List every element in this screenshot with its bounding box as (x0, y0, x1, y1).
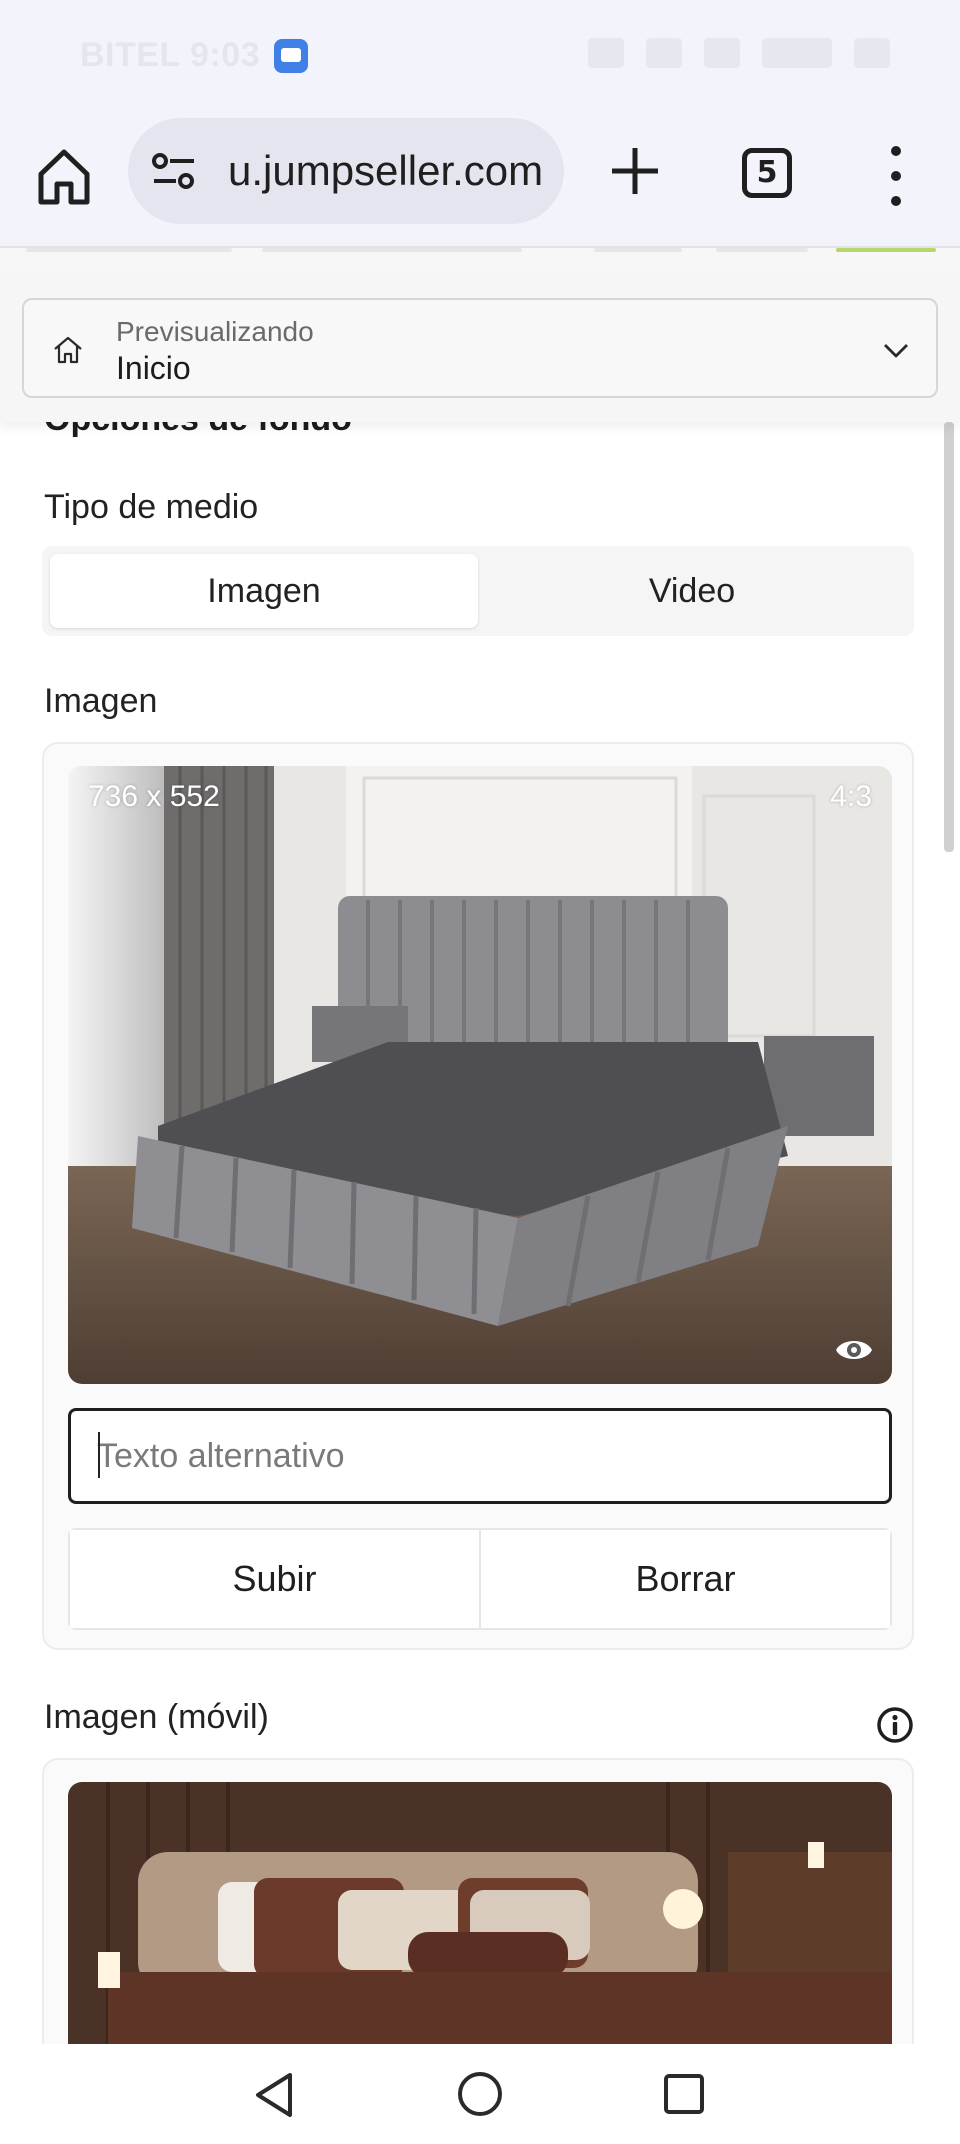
more-vert-icon[interactable] (884, 146, 908, 206)
home-outline-icon (54, 336, 82, 364)
message-notification-icon (274, 38, 309, 73)
home-icon[interactable] (36, 144, 92, 208)
image-field-label: Imagen (44, 682, 158, 720)
alt-text-input[interactable] (68, 1408, 892, 1504)
text-caret (98, 1432, 100, 1478)
preview-label: Previsualizando (116, 316, 314, 347)
mobile-image-card (42, 1758, 914, 2044)
signal-icon (704, 38, 740, 68)
status-carrier-time: BITEL 9:03 (80, 36, 309, 75)
charging-icon (854, 38, 890, 68)
wifi-icon (646, 38, 682, 68)
recent-square-icon[interactable] (662, 2072, 706, 2116)
settings-content[interactable]: Opciones de fondo Tipo de medio Imagen V… (0, 422, 960, 2044)
media-option-image[interactable]: Imagen (50, 554, 478, 628)
image-dimensions: 736 x 552 (88, 780, 220, 813)
preview-page-select[interactable]: Previsualizando Inicio (22, 298, 938, 398)
tabs-icon[interactable]: 5 (742, 148, 792, 198)
image-card: 736 x 552 4:3 Subir Borrar (42, 742, 914, 1650)
background-image-preview[interactable]: 736 x 552 4:3 (68, 766, 892, 1384)
eye-icon[interactable] (834, 1332, 874, 1368)
bedroom-photo (68, 1782, 892, 2044)
plus-icon[interactable] (608, 144, 662, 198)
status-icons (588, 38, 890, 68)
battery-icon (762, 38, 832, 68)
media-option-video[interactable]: Video (478, 554, 906, 628)
media-type-toggle: Imagen Video (42, 546, 914, 636)
page-top-strip (0, 248, 960, 272)
preview-value: Inicio (116, 350, 191, 386)
system-nav-bar (0, 2044, 960, 2144)
browser-toolbar: u.jumpseller.com 5 (0, 112, 960, 248)
home-circle-icon[interactable] (456, 2070, 504, 2118)
preview-panel: Previsualizando Inicio (0, 272, 960, 422)
image-actions: Subir Borrar (68, 1528, 892, 1630)
chevron-down-icon (884, 344, 908, 358)
delete-button[interactable]: Borrar (479, 1530, 890, 1628)
mobile-image-label: Imagen (móvil) (44, 1698, 269, 1736)
section-title: Opciones de fondo (44, 422, 352, 439)
url-text: u.jumpseller.com (228, 147, 544, 194)
bed-photo (68, 766, 892, 1384)
tune-icon[interactable] (150, 151, 198, 191)
info-icon[interactable] (876, 1706, 914, 1744)
mobile-image-preview[interactable] (68, 1782, 892, 2044)
carrier-time-text: BITEL 9:03 (80, 36, 261, 74)
volte-icon (588, 38, 624, 68)
status-bar: BITEL 9:03 (0, 0, 960, 112)
image-aspect-ratio: 4:3 (830, 780, 872, 813)
upload-button[interactable]: Subir (70, 1530, 479, 1628)
address-bar[interactable]: u.jumpseller.com (128, 118, 564, 224)
back-triangle-icon[interactable] (252, 2070, 296, 2120)
scrollbar[interactable] (944, 422, 954, 852)
media-type-label: Tipo de medio (44, 488, 259, 526)
